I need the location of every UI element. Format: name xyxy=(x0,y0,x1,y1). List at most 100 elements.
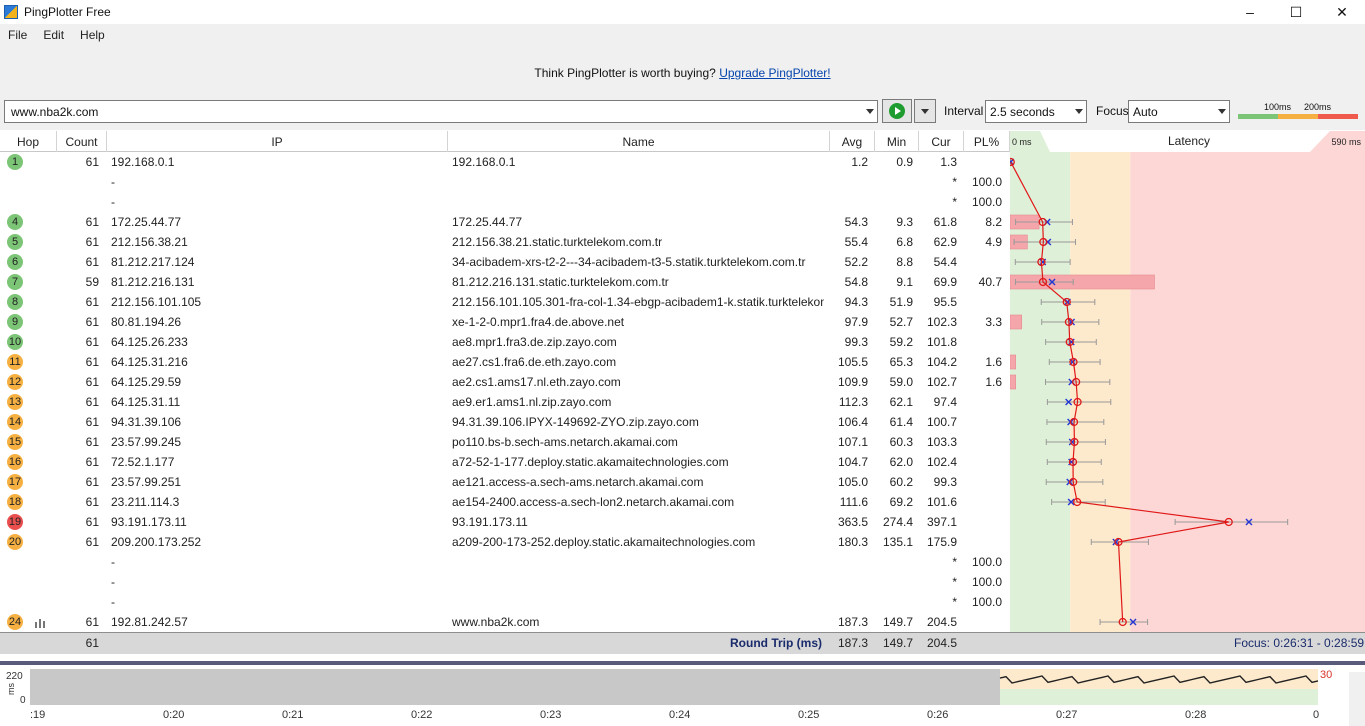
hop-row[interactable]: 8 61 212.156.101.105 212.156.101.105.301-fr… xyxy=(0,292,1010,312)
latency-header[interactable]: 0 ms Latency 590 ms xyxy=(1010,131,1365,152)
hop-row[interactable]: 19 61 93.191.173.11 93.191.173.11 363.5 274.4… xyxy=(0,512,1010,532)
toolbar: www.nba2k.com Interval 2.5 seconds Focus… xyxy=(0,98,1365,130)
window-title: PingPlotter Free xyxy=(24,5,111,19)
hop-ip: 64.125.26.233 xyxy=(111,335,188,349)
timeline-pl-label: 30 xyxy=(1320,669,1333,681)
hop-row[interactable]: 12 61 64.125.29.59 ae2.cs1.ams17.nl.eth.zay… xyxy=(0,372,1010,392)
hop-row[interactable]: - * 100.0 xyxy=(0,172,1010,192)
hop-row[interactable]: - * 100.0 xyxy=(0,572,1010,592)
hop-count: 61 xyxy=(85,215,99,229)
packet-loss-bar xyxy=(1010,354,1016,370)
hop-number-badge: 4 xyxy=(7,214,23,230)
hop-name: 172.25.44.77 xyxy=(452,215,523,229)
col-pl[interactable]: PL% xyxy=(964,131,1010,152)
hop-pl: 4.9 xyxy=(985,235,1002,249)
hop-row[interactable]: - * 100.0 xyxy=(0,592,1010,612)
hop-count: 61 xyxy=(85,415,99,429)
interval-select[interactable]: 2.5 seconds xyxy=(985,100,1087,123)
maximize-button[interactable]: ☐ xyxy=(1273,0,1319,24)
col-ip[interactable]: IP xyxy=(107,131,448,152)
menu-edit[interactable]: Edit xyxy=(35,28,72,42)
timeline-graph[interactable]: 220 ms 0 30 :19 0:20 0:21 0:22 0:23 0:24 0:25 0… xyxy=(0,661,1365,726)
hop-number-badge: 9 xyxy=(7,314,23,330)
hop-cur: * xyxy=(952,595,957,609)
hop-ip: 81.212.216.131 xyxy=(111,275,195,289)
latency-title: Latency xyxy=(1168,134,1211,148)
hop-row[interactable]: 10 61 64.125.26.233 ae8.mpr1.fra3.de.zip.za… xyxy=(0,332,1010,352)
close-button[interactable]: ✕ xyxy=(1319,0,1365,24)
hop-row[interactable]: 1 61 192.168.0.1 192.168.0.1 1.2 0.9 1.3 xyxy=(0,152,1010,172)
hop-avg: 107.1 xyxy=(837,435,868,449)
hop-ip: 212.156.101.105 xyxy=(111,295,202,309)
timeline-ymin: 0 xyxy=(20,695,26,706)
timeline-tick: 0:28 xyxy=(1185,709,1207,721)
col-avg[interactable]: Avg xyxy=(830,131,875,152)
hop-min: 274.4 xyxy=(882,515,913,529)
chevron-down-icon[interactable] xyxy=(866,109,874,114)
hop-row[interactable]: 11 61 64.125.31.216 ae27.cs1.fra6.de.eth.za… xyxy=(0,352,1010,372)
hop-number-badge: 5 xyxy=(7,234,23,250)
hop-avg: 112.3 xyxy=(838,395,868,409)
upgrade-link[interactable]: Upgrade PingPlotter! xyxy=(719,66,830,80)
hop-row[interactable]: 6 61 81.212.217.124 34-acibadem-xrs-t2-2---… xyxy=(0,252,1010,272)
col-name[interactable]: Name xyxy=(448,131,830,152)
hop-min: 60.2 xyxy=(889,475,913,489)
hop-name: a72-52-1-177.deploy.static.akamaitechnol… xyxy=(452,455,729,469)
focus-select[interactable]: Auto xyxy=(1128,100,1230,123)
zone-bad xyxy=(1130,152,1365,632)
timeline-tick: 0 xyxy=(1313,709,1320,721)
hop-avg: 54.3 xyxy=(844,215,868,229)
summary-cur: 204.5 xyxy=(926,636,957,650)
hop-row[interactable]: 4 61 172.25.44.77 172.25.44.77 54.3 9.3 61.8 8.… xyxy=(0,212,1010,232)
hop-row[interactable]: 24 61 192.81.242.57 www.nba2k.com 187.3 149.7… xyxy=(0,612,1010,632)
hop-cur: 69.9 xyxy=(933,275,957,289)
hop-avg: 94.3 xyxy=(844,295,868,309)
hop-name: ae9.er1.ams1.nl.zip.zayo.com xyxy=(452,395,612,409)
hop-cur: 99.3 xyxy=(933,475,957,489)
target-input[interactable]: www.nba2k.com xyxy=(4,100,878,123)
hop-ip: 23.57.99.245 xyxy=(111,435,182,449)
minimize-button[interactable]: – xyxy=(1227,0,1273,24)
hop-avg: 104.7 xyxy=(837,455,868,469)
hop-row[interactable]: 18 61 23.211.114.3 ae154-2400.access-a.sech… xyxy=(0,492,1010,512)
hop-row[interactable]: 17 61 23.57.99.251 ae121.access-a.sech-ams.… xyxy=(0,472,1010,492)
hop-min: 9.3 xyxy=(896,215,913,229)
hop-ip: 192.81.242.57 xyxy=(111,615,188,629)
col-cur[interactable]: Cur xyxy=(919,131,964,152)
col-count[interactable]: Count xyxy=(57,131,107,152)
interval-value: 2.5 seconds xyxy=(990,105,1055,119)
hop-count: 61 xyxy=(85,155,99,169)
hop-row[interactable]: - * 100.0 xyxy=(0,192,1010,212)
hop-row[interactable]: 14 61 94.31.39.106 94.31.39.106.IPYX-149692… xyxy=(0,412,1010,432)
hop-count: 59 xyxy=(85,275,99,289)
hop-row[interactable]: 13 61 64.125.31.11 ae9.er1.ams1.nl.zip.zayo… xyxy=(0,392,1010,412)
menu-file[interactable]: File xyxy=(0,28,35,42)
hop-name: www.nba2k.com xyxy=(452,615,540,629)
col-hop[interactable]: Hop xyxy=(0,131,57,152)
hop-row[interactable]: 16 61 72.52.1.177 a72-52-1-177.deploy.stati… xyxy=(0,452,1010,472)
timeline-scrollbar[interactable] xyxy=(1349,672,1365,726)
hop-avg: 105.0 xyxy=(837,475,868,489)
summary-min: 149.7 xyxy=(882,636,913,650)
hop-min: 60.3 xyxy=(889,435,913,449)
start-trace-button[interactable] xyxy=(882,99,912,123)
hop-name: ae154-2400.access-a.sech-lon2.netarch.ak… xyxy=(452,495,735,509)
hop-min: 69.2 xyxy=(889,495,913,509)
timeline-tick: 0:25 xyxy=(798,709,820,721)
trace-options-dropdown[interactable] xyxy=(914,99,936,123)
col-min[interactable]: Min xyxy=(875,131,919,152)
hop-row[interactable]: 5 61 212.156.38.21 212.156.38.21.static.tur… xyxy=(0,232,1010,252)
hop-count: 61 xyxy=(85,315,99,329)
hop-min: 149.7 xyxy=(882,615,913,629)
hop-row[interactable]: 9 61 80.81.194.26 xe-1-2-0.mpr1.fra4.de.abo… xyxy=(0,312,1010,332)
hop-row[interactable]: - * 100.0 xyxy=(0,552,1010,572)
hop-name: xe-1-2-0.mpr1.fra4.de.above.net xyxy=(452,315,625,329)
graph-icon[interactable] xyxy=(34,617,46,628)
hop-row[interactable]: 15 61 23.57.99.245 po110.bs-b.sech-ams.neta… xyxy=(0,432,1010,452)
interval-label: Interval xyxy=(944,104,984,118)
hop-row[interactable]: 7 59 81.212.216.131 81.212.216.131.static.t… xyxy=(0,272,1010,292)
hop-cur: 101.6 xyxy=(926,495,957,509)
hop-row[interactable]: 20 61 209.200.173.252 a209-200-173-252.depl… xyxy=(0,532,1010,552)
hop-count: 61 xyxy=(85,335,99,349)
menu-help[interactable]: Help xyxy=(72,28,113,42)
